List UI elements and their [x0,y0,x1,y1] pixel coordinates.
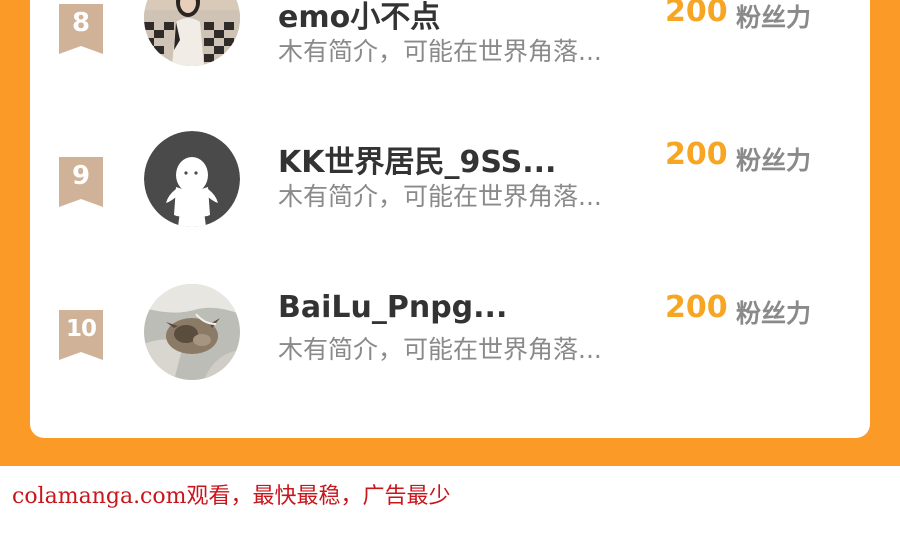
fan-score: 200 [665,137,728,172]
rank-badge: 9 [59,157,103,207]
fan-score-unit: 粉丝力 [736,3,812,32]
user-bio: 木有简介，可能在世界角落... [278,37,602,66]
fan-ranking-card: 8 emo小不点 木有简介，可能在世界角落... 200 粉丝力 9 KK世界居… [30,0,870,438]
user-bio: 木有简介，可能在世界角落... [278,182,602,211]
site-watermark: colamanga.com观看，最快最稳，广告最少 [12,484,451,509]
avatar[interactable] [144,0,240,66]
ranking-row[interactable]: 10 BaiLu_Pnpg... 木有简介，可能在世界角落... 200 粉丝力 [30,284,870,430]
fan-score-unit: 粉丝力 [736,299,812,328]
rank-badge: 10 [59,310,103,360]
user-name[interactable]: KK世界居民_9SS... [278,137,556,181]
ranking-row[interactable]: 8 emo小不点 木有简介，可能在世界角落... 200 粉丝力 [30,0,870,124]
ranking-row[interactable]: 9 KK世界居民_9SS... 木有简介，可能在世界角落... 200 粉丝力 [30,131,870,277]
user-name[interactable]: emo小不点 [278,0,440,36]
user-name[interactable]: BaiLu_Pnpg... [278,290,507,325]
fan-score: 200 [665,290,728,325]
fan-score: 200 [665,0,728,29]
rank-badge: 8 [59,4,103,54]
avatar[interactable] [144,284,240,380]
avatar[interactable] [144,131,240,227]
user-bio: 木有简介，可能在世界角落... [278,335,602,364]
fan-score-unit: 粉丝力 [736,146,812,175]
